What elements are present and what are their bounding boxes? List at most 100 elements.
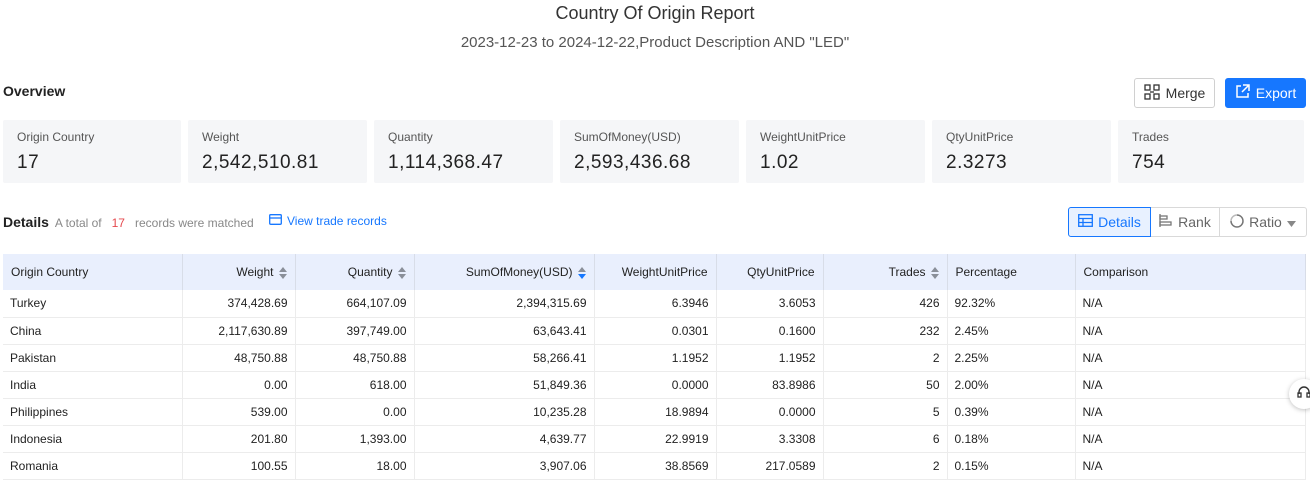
sort-icon[interactable] [397, 266, 406, 279]
table-cell: 1.1952 [716, 344, 824, 372]
table-cell: 0.15% [947, 452, 1076, 480]
stat-label: Quantity [388, 130, 433, 144]
table-cell: 0.39% [947, 398, 1076, 426]
table-cell: 0.00 [295, 398, 415, 426]
stat-card-sum-of-money: SumOfMoney(USD) 2,593,436.68 [560, 120, 739, 183]
export-button[interactable]: Export [1225, 78, 1306, 108]
table-cell: 3.6053 [716, 290, 824, 318]
column-header-qty-unit-price[interactable]: QtyUnitPrice [716, 254, 824, 290]
column-header-sum-of-money[interactable]: SumOfMoney(USD) [414, 254, 595, 290]
table-row[interactable]: Romania 100.55 18.00 3,907.06 38.8569 217.058… [3, 452, 1306, 480]
rank-icon [1159, 214, 1173, 230]
stat-value: 17 [17, 152, 40, 173]
origin-country-table: Origin Country Weight Quantity SumOfMone… [3, 254, 1306, 480]
stat-value: 2,542,510.81 [202, 152, 319, 173]
table-cell: 18.00 [295, 452, 415, 480]
table-row[interactable]: Turkey 374,428.69 664,107.09 2,394,315.69 6.… [3, 290, 1306, 318]
column-header-origin-country[interactable]: Origin Country [3, 254, 183, 290]
table-cell: 0.00 [182, 371, 296, 399]
table-cell: 2,117,630.89 [182, 317, 296, 345]
details-heading: Details [3, 214, 49, 230]
table-cell: 201.80 [182, 425, 296, 453]
stat-value: 2,593,436.68 [574, 152, 691, 173]
table-header-row: Origin Country Weight Quantity SumOfMone… [3, 254, 1306, 290]
report-subtitle: 2023-12-23 to 2024-12-22,Product Descrip… [460, 34, 850, 51]
caret-down-icon [1286, 214, 1296, 230]
table-cell: 38.8569 [594, 452, 717, 480]
column-header-weight[interactable]: Weight [182, 254, 296, 290]
stat-label: Origin Country [17, 130, 95, 144]
table-row[interactable]: China 2,117,630.89 397,749.00 63,643.41 0.03… [3, 317, 1306, 345]
table-cell: 4,639.77 [414, 425, 595, 453]
merge-icon [1144, 83, 1160, 103]
view-trade-records-link[interactable]: View trade records [269, 214, 387, 228]
column-header-trades[interactable]: Trades [823, 254, 948, 290]
table-row[interactable]: Pakistan 48,750.88 48,750.88 58,266.41 1.195… [3, 344, 1306, 372]
stat-value: 1.02 [760, 152, 799, 173]
table-cell: 664,107.09 [295, 290, 415, 318]
table-cell: 5 [823, 398, 948, 426]
table-cell: China [3, 317, 183, 345]
table-cell: 50 [823, 371, 948, 399]
table-cell: N/A [1075, 398, 1306, 426]
column-header-percentage[interactable]: Percentage [947, 254, 1076, 290]
table-cell: 58,266.41 [414, 344, 595, 372]
table-cell: N/A [1075, 290, 1306, 318]
table-cell: 232 [823, 317, 948, 345]
column-header-weight-unit-price[interactable]: WeightUnitPrice [594, 254, 717, 290]
table-cell: Turkey [3, 290, 183, 318]
stat-value: 754 [1132, 152, 1166, 173]
table-cell: N/A [1075, 344, 1306, 372]
column-header-comparison[interactable]: Comparison [1075, 254, 1306, 290]
headset-icon [1296, 384, 1310, 405]
table-cell: 397,749.00 [295, 317, 415, 345]
stat-card-qty-unit-price: QtyUnitPrice 2.3273 [932, 120, 1111, 183]
rank-view-button[interactable]: Rank [1151, 207, 1220, 237]
table-cell: 0.0301 [594, 317, 717, 345]
column-header-quantity[interactable]: Quantity [295, 254, 415, 290]
view-trade-records-label: View trade records [287, 214, 387, 228]
stat-label: Trades [1132, 130, 1169, 144]
table-row[interactable]: Philippines 539.00 0.00 10,235.28 18.9894 0.0… [3, 398, 1306, 426]
table-cell: 3.3308 [716, 425, 824, 453]
table-cell: 1.1952 [594, 344, 717, 372]
details-view-label: Details [1098, 214, 1141, 230]
rank-view-label: Rank [1178, 214, 1211, 230]
table-cell: 2 [823, 344, 948, 372]
ratio-view-button[interactable]: Ratio [1220, 207, 1307, 237]
sort-desc-icon[interactable] [577, 266, 586, 279]
sort-icon[interactable] [930, 266, 939, 279]
ratio-icon [1230, 213, 1244, 231]
merge-button[interactable]: Merge [1134, 78, 1215, 108]
table-cell: 426 [823, 290, 948, 318]
stat-label: SumOfMoney(USD) [574, 130, 681, 144]
table-row[interactable]: India 0.00 618.00 51,849.36 0.0000 83.8986 50 2… [3, 371, 1306, 399]
table-icon [1078, 214, 1094, 230]
table-row[interactable]: Indonesia 201.80 1,393.00 4,639.77 22.9919 3.… [3, 425, 1306, 453]
table-cell: 48,750.88 [295, 344, 415, 372]
records-suffix: records were matched [134, 216, 254, 230]
export-icon [1235, 84, 1250, 102]
stat-label: Weight [202, 130, 240, 144]
stat-value: 1,114,368.47 [388, 152, 504, 173]
export-label: Export [1255, 85, 1297, 101]
table-cell: 0.0000 [594, 371, 717, 399]
stat-card-trades: Trades 754 [1118, 120, 1304, 183]
records-count: 17 [111, 216, 125, 230]
table-cell: 0.1600 [716, 317, 824, 345]
records-prefix: A total of [54, 216, 102, 230]
table-cell: 83.8986 [716, 371, 824, 399]
view-mode-switch: Details Rank Ratio [1068, 207, 1307, 237]
stat-label: WeightUnitPrice [760, 130, 846, 144]
table-cell: India [3, 371, 183, 399]
stat-card-weight: Weight 2,542,510.81 [188, 120, 367, 183]
stat-value: 2.3273 [946, 152, 1008, 173]
report-title: Country Of Origin Report [555, 3, 755, 23]
sort-icon[interactable] [278, 266, 287, 279]
merge-label: Merge [1165, 85, 1206, 101]
details-view-button[interactable]: Details [1068, 207, 1151, 237]
table-cell: N/A [1075, 371, 1306, 399]
overview-heading: Overview [3, 83, 66, 99]
table-cell: N/A [1075, 452, 1306, 480]
table-cell: 2 [823, 452, 948, 480]
